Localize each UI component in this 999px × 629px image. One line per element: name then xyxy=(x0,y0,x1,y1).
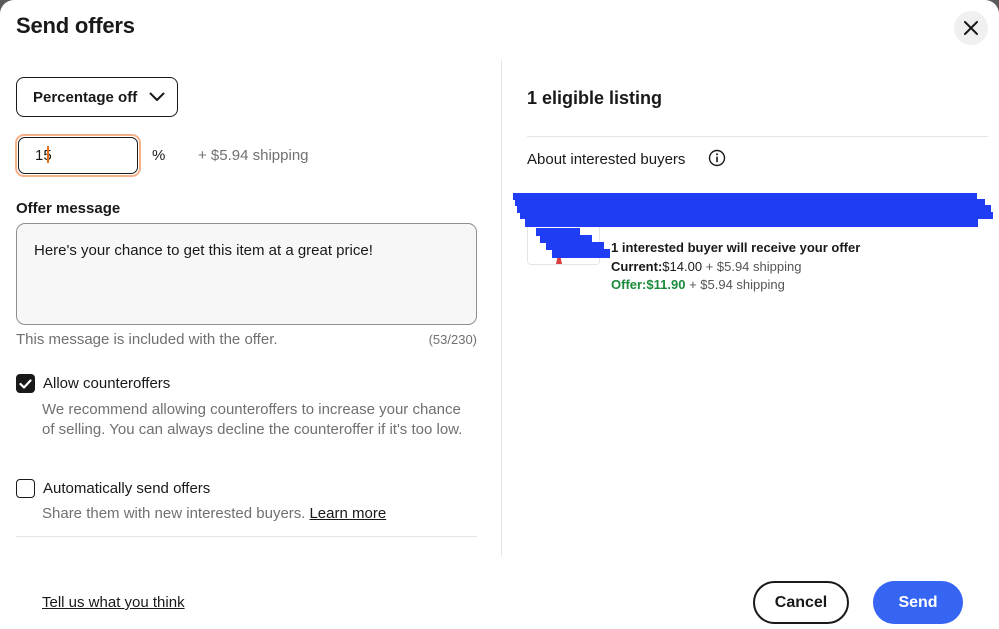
current-shipping: + $5.94 shipping xyxy=(705,259,802,274)
info-icon[interactable] xyxy=(708,149,726,167)
offer-price-label: Offer: xyxy=(611,277,647,292)
percentage-input[interactable] xyxy=(18,137,138,174)
interested-buyers-count: 1 interested buyer will receive your off… xyxy=(611,240,861,255)
close-button[interactable] xyxy=(954,11,988,45)
percentage-input-focus-ring xyxy=(15,134,141,177)
column-divider xyxy=(501,60,502,557)
allow-counteroffers-checkbox[interactable] xyxy=(16,374,35,393)
current-price-line: Current:$14.00 + $5.94 shipping xyxy=(611,259,801,274)
current-price: $14.00 xyxy=(662,259,703,274)
redaction-bar xyxy=(525,218,978,227)
send-offers-dialog: Send offers Percentage off % + $5.94 shi… xyxy=(0,0,999,629)
auto-send-offers-checkbox[interactable] xyxy=(16,479,35,498)
text-cursor xyxy=(47,146,49,163)
offer-shipping: + $5.94 shipping xyxy=(689,277,785,292)
about-interested-buyers-label: About interested buyers xyxy=(527,151,686,168)
offer-type-dropdown[interactable]: Percentage off xyxy=(16,77,178,117)
offer-message-label: Offer message xyxy=(16,200,121,217)
percent-sign: % xyxy=(152,147,166,164)
current-price-label: Current: xyxy=(611,259,663,274)
learn-more-link[interactable]: Learn more xyxy=(309,505,386,522)
offer-type-label: Percentage off xyxy=(33,88,138,106)
feedback-link[interactable]: Tell us what you think xyxy=(42,594,185,611)
eligible-listings-heading: 1 eligible listing xyxy=(527,88,663,108)
chevron-down-icon xyxy=(149,92,165,101)
offer-price-line: Offer:$11.90 + $5.94 shipping xyxy=(611,277,785,292)
shipping-note: + $5.94 shipping xyxy=(198,147,309,164)
auto-send-description: Share them with new interested buyers. Le… xyxy=(42,505,386,522)
close-icon xyxy=(964,21,978,35)
cancel-button[interactable]: Cancel xyxy=(753,581,849,624)
allow-counteroffers-label[interactable]: Allow counteroffers xyxy=(43,375,170,392)
auto-send-description-text: Share them with new interested buyers. xyxy=(42,505,306,522)
redaction-bar xyxy=(552,249,610,258)
character-count: (53/230) xyxy=(428,332,477,347)
right-divider xyxy=(527,136,988,137)
left-divider xyxy=(16,536,477,537)
checkmark-icon xyxy=(19,378,32,389)
auto-send-offers-label[interactable]: Automatically send offers xyxy=(43,480,210,497)
dialog-title: Send offers xyxy=(16,13,135,38)
offer-price: $11.90 xyxy=(646,277,686,292)
counteroffers-description: We recommend allowing counteroffers to i… xyxy=(42,401,463,438)
send-button[interactable]: Send xyxy=(873,581,963,624)
offer-message-textarea[interactable]: Here's your chance to get this item at a… xyxy=(16,223,477,325)
offer-message-help: This message is included with the offer. xyxy=(16,331,278,348)
